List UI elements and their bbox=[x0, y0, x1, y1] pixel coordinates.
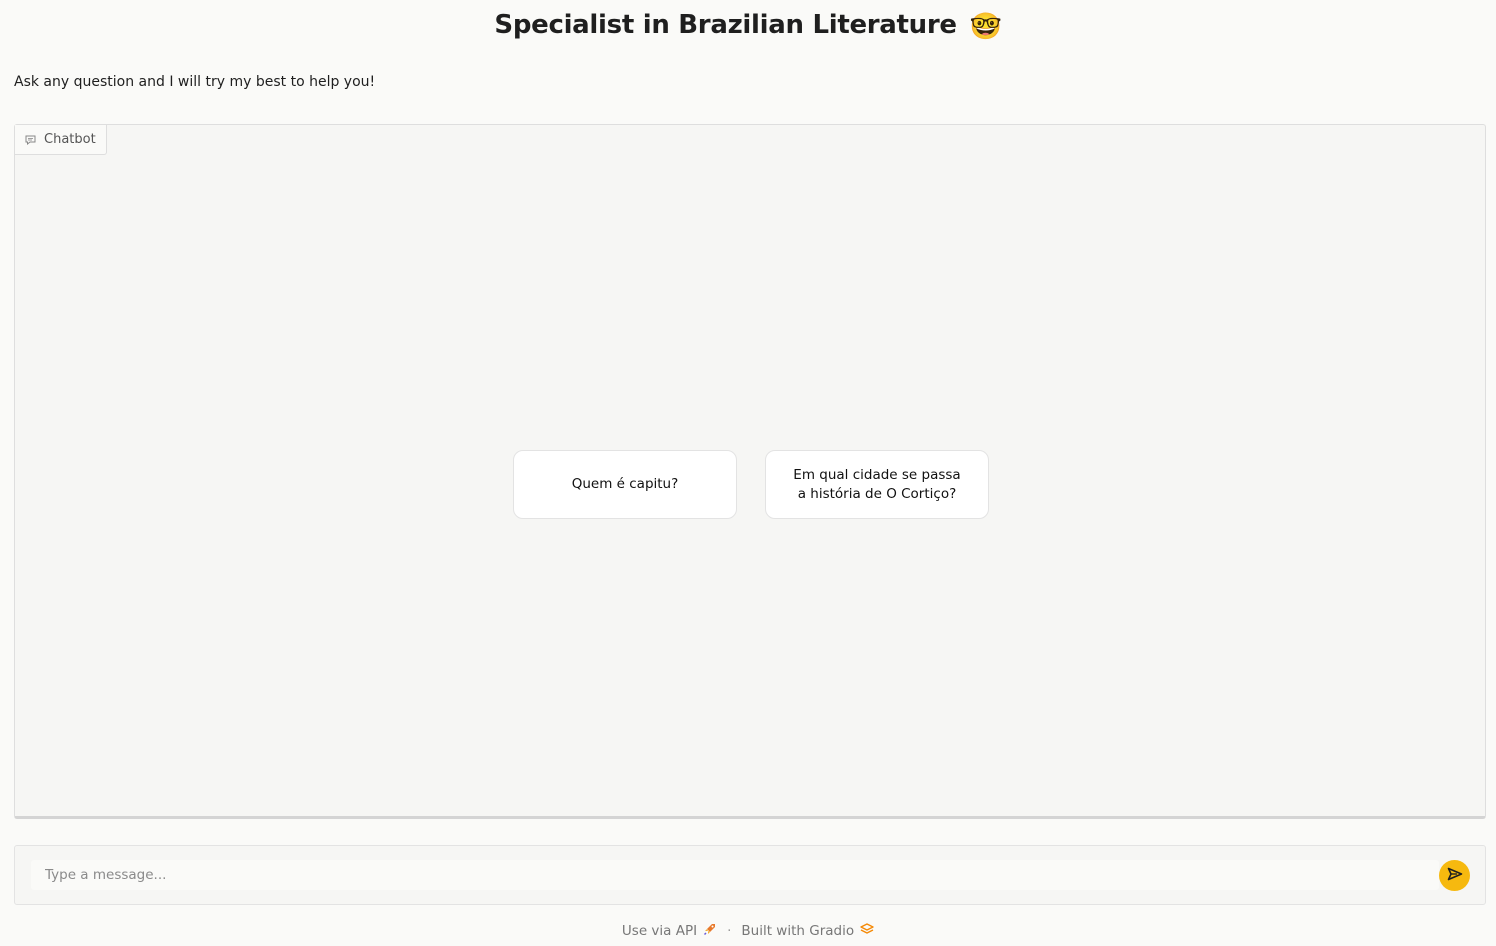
page-description: Ask any question and I will try my best … bbox=[14, 74, 376, 90]
use-via-api-text: Use via API bbox=[621, 923, 698, 939]
use-via-api-link[interactable]: Use via API bbox=[622, 922, 717, 940]
built-with-gradio-text: Built with Gradio bbox=[741, 923, 855, 939]
page-title: Specialist in Brazilian Literature 🤓 bbox=[0, 10, 1496, 42]
footer: Use via API · Built with Gradio bbox=[0, 922, 1496, 940]
built-with-gradio-link[interactable]: Built with Gradio bbox=[741, 923, 874, 939]
example-button-1[interactable]: Quem é capitu? bbox=[513, 450, 737, 519]
message-input-area bbox=[14, 845, 1486, 905]
chatbot-label-text: Chatbot bbox=[44, 132, 96, 147]
send-arrow-icon bbox=[1447, 867, 1463, 884]
page: Specialist in Brazilian Literature 🤓 Ask… bbox=[0, 0, 1496, 946]
chatbot-panel: Chatbot Quem é capitu? Em qual cidade se… bbox=[14, 124, 1486, 819]
chatbot-label: Chatbot bbox=[15, 125, 107, 155]
examples-list: Quem é capitu? Em qual cidade se passa a… bbox=[513, 450, 989, 519]
nerd-face-icon: 🤓 bbox=[969, 12, 1002, 42]
rocket-icon bbox=[703, 922, 717, 940]
title-text: Specialist in Brazilian Literature bbox=[494, 10, 957, 40]
message-input[interactable] bbox=[31, 860, 1439, 890]
example-button-2[interactable]: Em qual cidade se passa a história de O … bbox=[765, 450, 989, 519]
chat-bubble-icon bbox=[25, 135, 36, 145]
footer-separator: · bbox=[727, 923, 732, 939]
send-button[interactable] bbox=[1439, 860, 1470, 891]
gradio-logo-icon bbox=[860, 923, 874, 939]
